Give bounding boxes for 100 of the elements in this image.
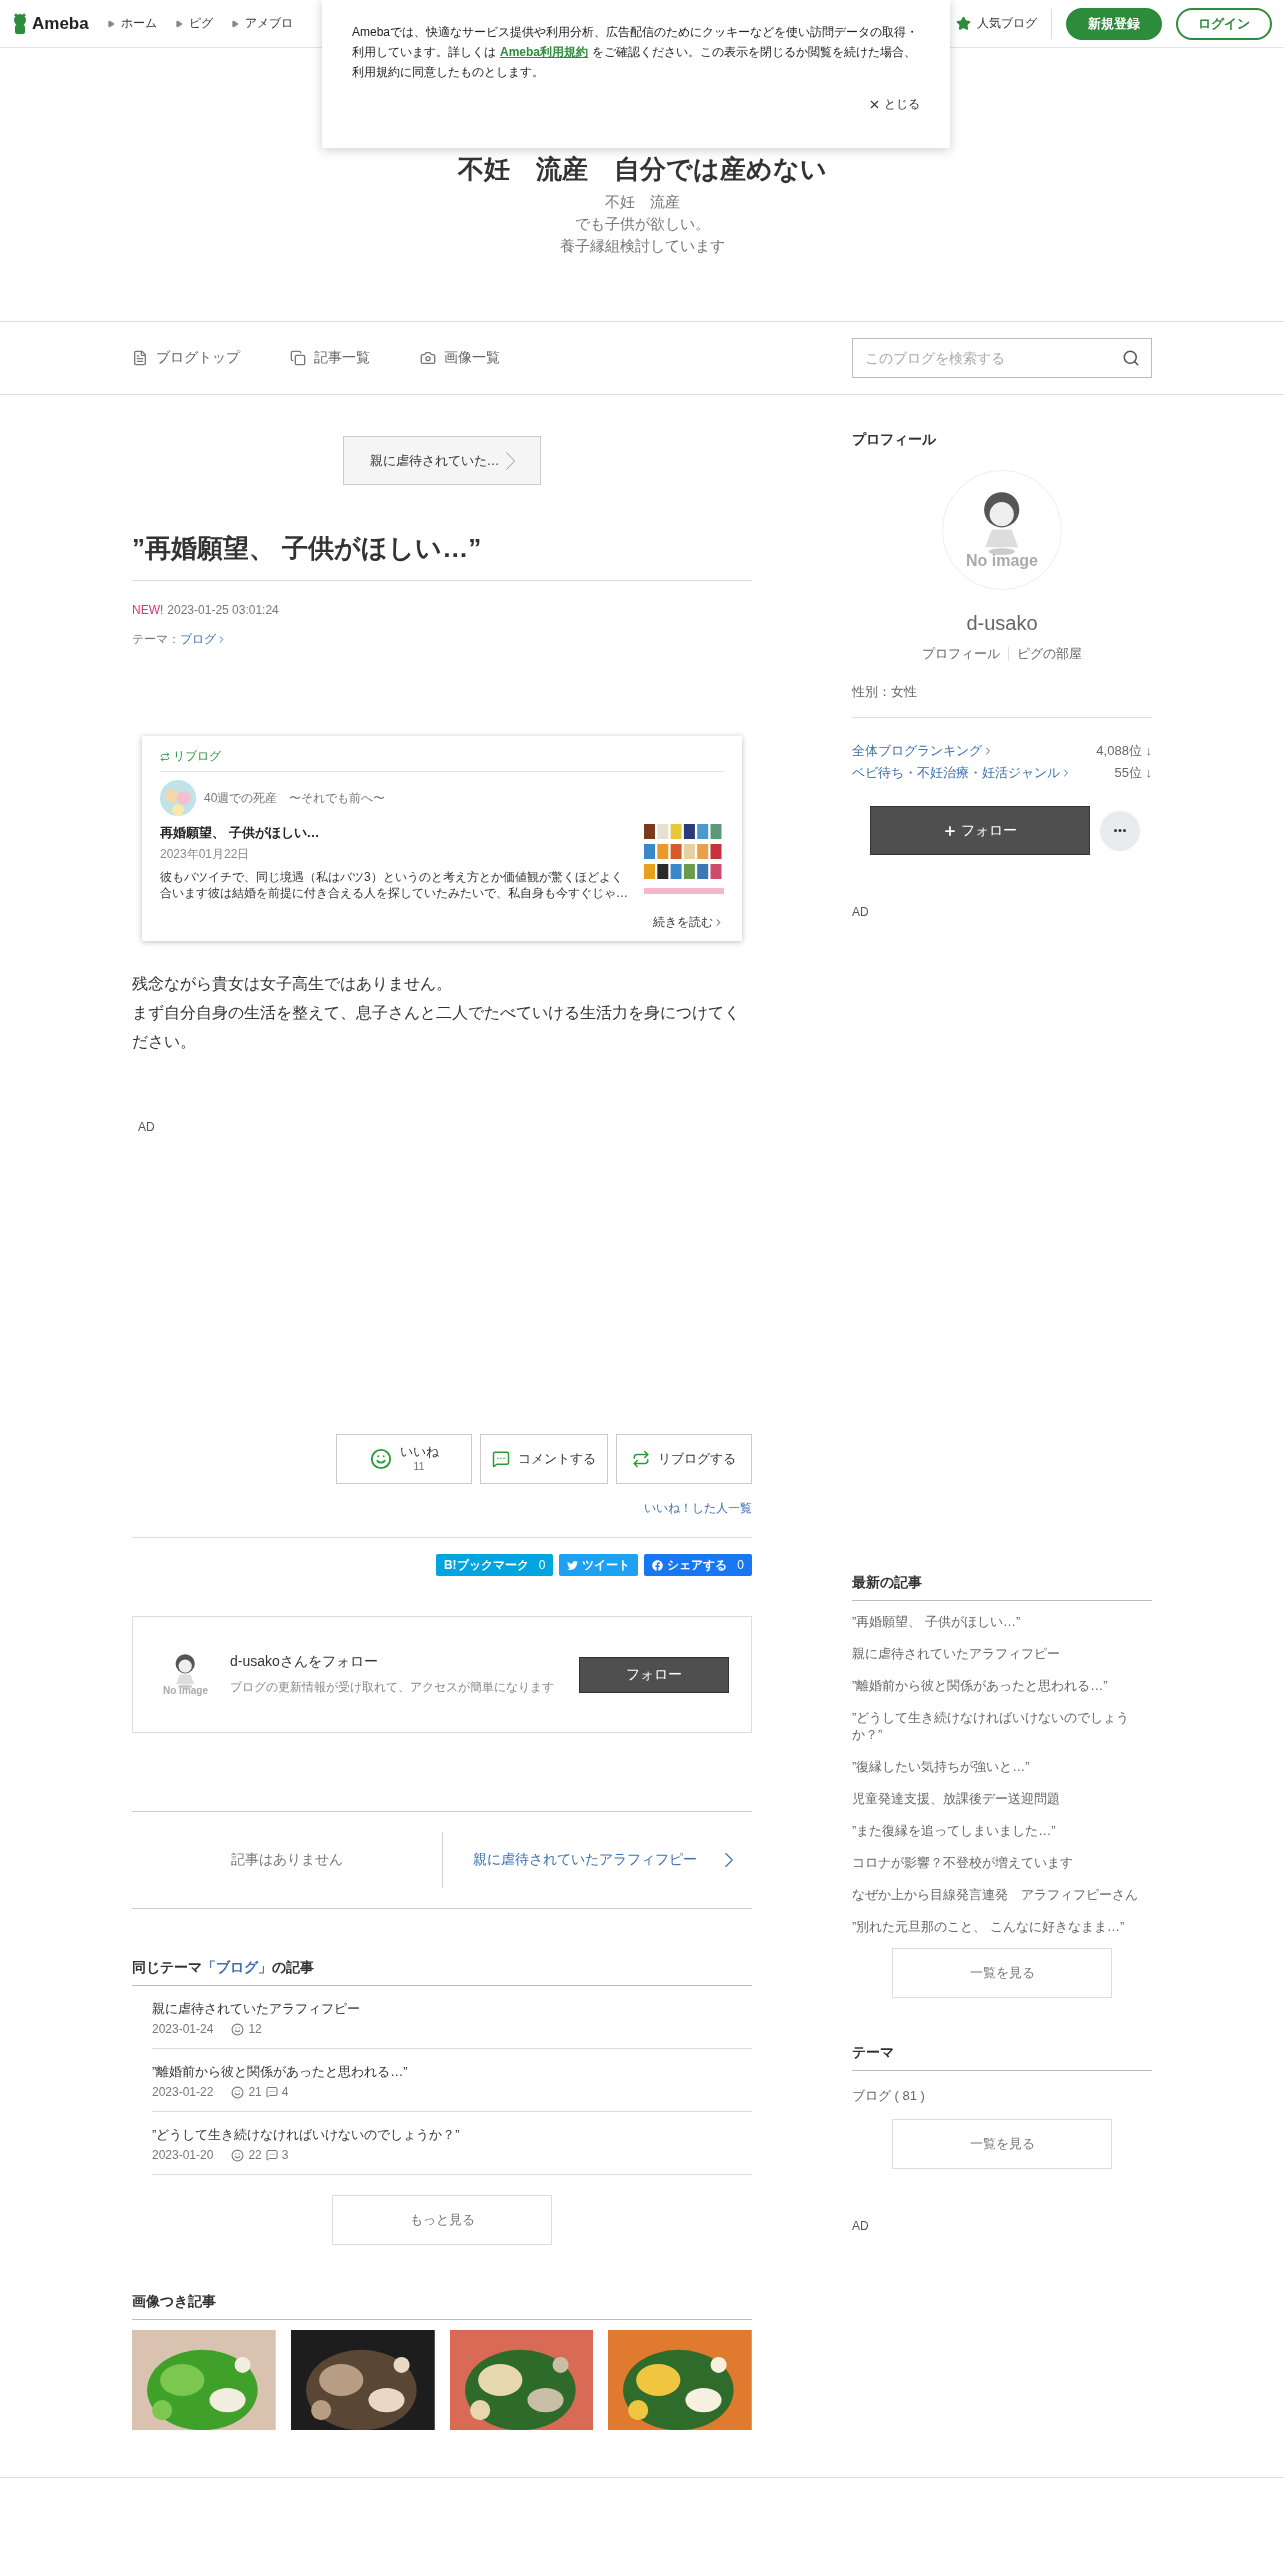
blog-nav-link[interactable]: ブログトップ [132,349,240,367]
smile-icon [231,2022,245,2036]
nav-link[interactable]: アメブロ [230,15,293,32]
more-button[interactable]: もっと見る [332,2195,552,2245]
related-article-date: 2023-01-24 [152,2022,214,2036]
follow-button[interactable]: フォロー [870,806,1090,855]
document-icon [132,350,148,366]
blog-description: でも子供が欲しい。 [573,214,711,234]
read-more-link[interactable]: 続きを読む [160,914,724,931]
triangle-icon [174,19,183,28]
view-all-button[interactable]: 一覧を見る [892,1948,1112,1998]
logo-figure-icon [12,12,28,35]
comment-count: 3 [281,2148,289,2162]
star-icon [956,16,971,31]
like-button[interactable]: いいね 11 [336,1434,472,1484]
latest-article-link[interactable]: ”また復縁を追ってしまいました…” [852,1814,1152,1846]
popular-blog-link[interactable]: 人気ブログ [956,15,1037,32]
more-icon [1114,829,1126,832]
section-heading: プロフィール [852,431,937,449]
related-article-date: 2023-01-22 [152,2085,214,2099]
facebook-icon [652,1559,664,1571]
profile-gender: 性別：女性 [852,683,1152,718]
related-article-date: 2023-01-20 [152,2148,214,2162]
view-all-button[interactable]: 一覧を見る [892,2119,1112,2169]
login-button[interactable]: ログイン [1176,7,1272,40]
reblog-date: 2023年01月22日 [160,846,251,863]
article-paragraph: まず自分自身の生活を整えて、息子さんと二人でたべていける生活力を身につけてください。 [132,1003,741,1052]
chevron-right-icon [505,451,515,470]
ranking-link[interactable]: ベビ待ち・不妊治療・妊活ジャンル [852,764,1072,782]
search-icon[interactable] [1122,349,1140,367]
ranking-link[interactable]: 全体ブログランキング [852,742,994,760]
related-article-link[interactable]: 親に虐待されていたアラフィフピー [152,2000,752,2018]
latest-article-link[interactable]: コロナが影響？不登校が増えています [852,1846,1152,1878]
like-count: 22 [248,2148,262,2162]
ad-label: AD [138,1120,156,1134]
section-heading: 画像つき記事 [132,2293,752,2320]
blog-description: 養子縁組検討しています [559,236,725,256]
search-field[interactable]: このブログを検索する [852,338,1152,378]
reblog-blog-name: 40週での死産 〜それでも前へ〜 [204,789,386,807]
related-article-link[interactable]: ”離婚前から彼と関係があったと思われる…” [152,2063,752,2081]
article-date: 2023-01-25 03:01:24 [167,603,279,617]
reblog-button[interactable]: リブログする [616,1434,752,1484]
article-title: ”再婚願望、 子供がほしい…” [132,531,752,581]
smile-icon [231,2085,245,2099]
theme-link[interactable]: ブログ ( 81 ) [852,2079,1152,2111]
plus-icon [943,823,957,838]
section-heading: 同じテーマ「ブログ」の記事 [132,1959,752,1986]
ranking-value: 55位 ↓ [1114,764,1152,782]
latest-article-link[interactable]: 児童発達支援、放課後デー送迎問題 [852,1782,1152,1814]
comment-button[interactable]: コメントする [480,1434,608,1484]
latest-article-link[interactable]: ”離婚前から彼と関係があったと思われる…” [852,1669,1152,1701]
logo-text: Ameba [32,13,89,34]
close-icon [868,98,881,111]
no-image-label: No image [163,1685,208,1696]
ranking-value: 4,088位 ↓ [1096,742,1152,760]
latest-article-link[interactable]: 親に虐待されていたアラフィフピー [852,1637,1152,1669]
new-label: NEW! [132,603,164,617]
follow-button[interactable]: フォロー [579,1656,729,1693]
likers-link[interactable]: いいね！した人一覧 [644,1500,752,1517]
latest-article-link[interactable]: ”復縁したい気持ちが強いと…” [852,1750,1152,1782]
facebook-share-button[interactable]: シェアする 0 [644,1554,752,1576]
cookie-notice-text: Amebaでは、快適なサービス提供や利用分析、広告配信のためにクッキーなどを使い訪問データの取得・利用しています。詳しくは Ameba利用規約 をご確認ください。この表示を閉じるか閲覧を続けた場合、利用規約に同意したものとします。 [352,24,920,81]
latest-article-link[interactable]: ”再婚願望、 子供がほしい…” [852,1605,1152,1637]
article-paragraph: 残念ながら貴女は女子高生ではありません。 [132,974,453,994]
latest-article-link[interactable]: ”どうして生き続けなければいけないのでしょうか？” [852,1701,1152,1750]
reblog-card[interactable]: リブログ 40週での死産 〜それでも前へ〜 再婚願望、 子供がほしい… 2023年01月22日 彼もバツイチで、同じ境遇（私はバツ3）というのと考え方とか価値観が驚くほどよく合います彼は結婚を前提に付き合える人を探していたみたいで、私自身も今すぐじゃ… 続きを読む [142,736,742,941]
repeat-icon [632,1450,650,1468]
bird-icon [567,1559,579,1571]
theme-label: テーマ： [132,631,180,648]
profile-link[interactable]: ピグの部屋 [1017,645,1082,663]
blog-title: 不妊 流産 自分では産めない [457,153,827,186]
triangle-icon [106,19,115,28]
chat-icon [265,2149,278,2161]
close-button[interactable]: とじる [868,96,920,113]
like-count: 12 [248,2022,262,2036]
previous-article-button[interactable]: 親に虐待されていた… [343,436,541,485]
chat-icon [265,2086,278,2098]
reblog-icon [160,751,170,762]
blog-nav-link[interactable]: 画像一覧 [420,349,500,367]
terms-link[interactable]: Ameba利用規約 [500,45,588,59]
theme-link[interactable]: ブログ [180,631,227,648]
nav-link[interactable]: ピグ [174,15,213,32]
reblog-excerpt: 彼もバツイチで、同じ境遇（私はバツ3）というのと考え方とか価値観が驚くほどよく合います彼は結婚を前提に付き合える人を探していたみたいで、私自身も今すぐじゃ… [160,869,629,901]
nav-link[interactable]: ホーム [106,15,157,32]
ad-label: AD [852,905,870,919]
blog-nav-link[interactable]: 記事一覧 [290,349,370,367]
signup-button[interactable]: 新規登録 [1066,7,1162,40]
related-article-link[interactable]: ”どうして生き続けなければいけないのでしょうか？” [152,2126,752,2144]
latest-article-link[interactable]: ”別れた元旦那のこと、 こんなに好きなまま…” [852,1910,1152,1942]
section-heading: 最新の記事 [852,1574,1152,1601]
theme-link[interactable]: 「ブログ」 [202,1959,272,1977]
ad-label: AD [852,2219,870,2233]
latest-article-link[interactable]: なぜか上から目線発言連発 アラフィフピーさん [852,1878,1152,1910]
blog-description: 不妊 流産 [603,192,681,212]
smile-icon [369,1448,392,1470]
comment-count: 4 [281,2085,289,2099]
next-article-link[interactable]: 親に虐待されていたアラフィフピー [442,1847,752,1873]
profile-link[interactable]: プロフィール [922,645,1000,663]
no-previous-article: 記事はありません [229,1851,344,1869]
copy-icon [290,350,306,366]
